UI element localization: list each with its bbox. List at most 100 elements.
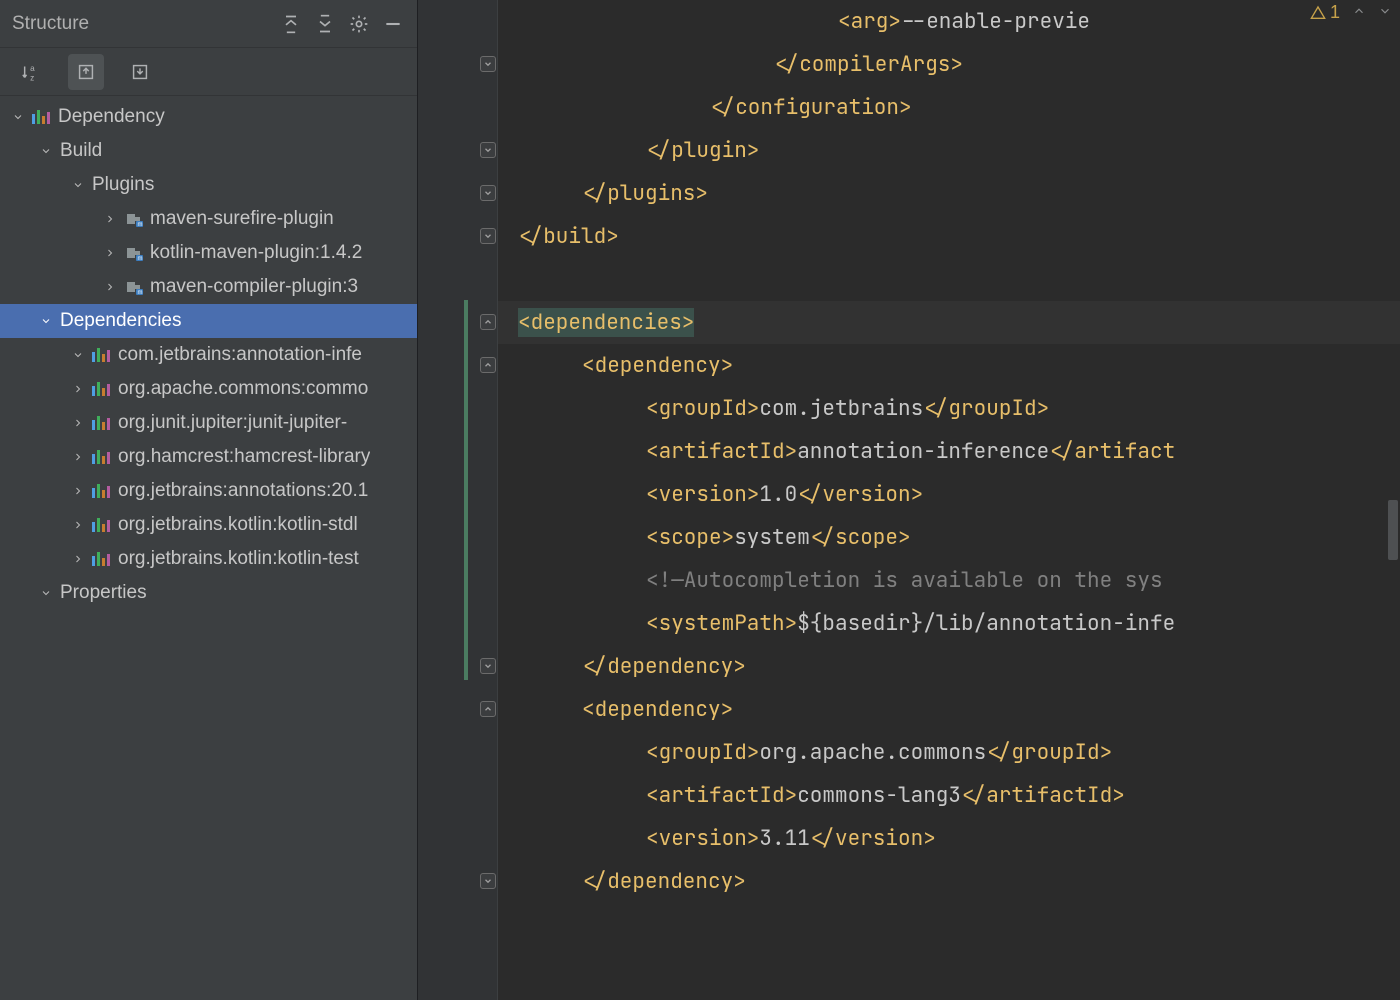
structure-title: Structure	[10, 13, 271, 35]
code-line[interactable]: <systemPath>${basedir}/lib/annotation-in…	[498, 602, 1400, 645]
chevron-right-icon[interactable]	[70, 449, 86, 465]
code-line[interactable]: </compilerArgs>	[498, 43, 1400, 86]
tree-build[interactable]: Build	[0, 134, 417, 168]
chevron-down-icon[interactable]	[38, 313, 54, 329]
node-label: org.jetbrains.kotlin:kotlin-stdl	[118, 514, 358, 536]
structure-panel: Structure az DependencyBuildPluginsmmave…	[0, 0, 418, 1000]
tree-dependency-item[interactable]: com.jetbrains:annotation-infe	[0, 338, 417, 372]
svg-text:a: a	[30, 64, 35, 73]
chevron-right-icon[interactable]	[70, 483, 86, 499]
tree-plugin-item[interactable]: m kotlin-maven-plugin:1.4.2	[0, 236, 417, 270]
fold-end-icon[interactable]	[480, 185, 496, 201]
node-label: org.jetbrains.kotlin:kotlin-test	[118, 548, 359, 570]
svg-text:m: m	[138, 256, 143, 261]
tree-dependency-item[interactable]: org.apache.commons:commo	[0, 372, 417, 406]
tree-dependency-item[interactable]: org.junit.jupiter:junit-jupiter-	[0, 406, 417, 440]
fold-start-icon[interactable]	[480, 314, 496, 330]
chevron-right-icon[interactable]	[70, 381, 86, 397]
svg-text:m: m	[138, 222, 143, 227]
code-editor[interactable]: <arg>--enable-previe</compilerArgs></con…	[498, 0, 1400, 1000]
code-line[interactable]: </plugin>	[498, 129, 1400, 172]
code-line[interactable]: </build>	[498, 215, 1400, 258]
code-line[interactable]	[498, 258, 1400, 301]
editor-scrollbar[interactable]	[1386, 40, 1400, 510]
code-line[interactable]: </plugins>	[498, 172, 1400, 215]
prev-highlight-icon[interactable]	[1352, 2, 1366, 23]
sort-alpha-icon[interactable]: az	[14, 54, 50, 90]
editor-inspection-widget[interactable]: 1	[1310, 2, 1392, 23]
tree-dependencies[interactable]: Dependencies	[0, 304, 417, 338]
chevron-right-icon[interactable]	[70, 415, 86, 431]
fold-end-icon[interactable]	[480, 873, 496, 889]
chevron-right-icon[interactable]	[102, 245, 118, 261]
chevron-down-icon[interactable]	[70, 177, 86, 193]
tree-plugin-item[interactable]: m maven-compiler-plugin:3	[0, 270, 417, 304]
autoscroll-from-source-icon[interactable]	[122, 54, 158, 90]
chevron-right-icon[interactable]	[102, 211, 118, 227]
next-highlight-icon[interactable]	[1378, 2, 1392, 23]
fold-end-icon[interactable]	[480, 56, 496, 72]
code-line[interactable]: <dependency>	[498, 688, 1400, 731]
node-label: Dependency	[58, 106, 165, 128]
settings-icon[interactable]	[345, 10, 373, 38]
tree-dependency-item[interactable]: org.jetbrains.kotlin:kotlin-stdl	[0, 508, 417, 542]
tree-plugin-item[interactable]: mmaven-surefire-plugin	[0, 202, 417, 236]
collapse-all-icon[interactable]	[311, 10, 339, 38]
svg-text:z: z	[30, 73, 34, 82]
vcs-change-marker	[464, 300, 468, 680]
dependency-icon	[92, 380, 112, 398]
tree-root-dependency[interactable]: Dependency	[0, 100, 417, 134]
chevron-down-icon[interactable]	[10, 109, 26, 125]
node-label: org.junit.jupiter:junit-jupiter-	[118, 412, 347, 434]
minimize-icon[interactable]	[379, 10, 407, 38]
node-label: maven-compiler-plugin:3	[150, 276, 358, 298]
plugin-icon: m	[124, 278, 144, 296]
code-line[interactable]: </configuration>	[498, 86, 1400, 129]
fold-end-icon[interactable]	[480, 228, 496, 244]
tree-plugins[interactable]: Plugins	[0, 168, 417, 202]
chevron-down-icon[interactable]	[70, 347, 86, 363]
code-line[interactable]: <artifactId>commons-lang3</artifactId>	[498, 774, 1400, 817]
chevron-down-icon[interactable]	[38, 585, 54, 601]
code-line[interactable]: <artifactId>annotation-inference</artifa…	[498, 430, 1400, 473]
dependency-icon	[92, 448, 112, 466]
dependency-icon	[92, 346, 112, 364]
structure-header: Structure	[0, 0, 417, 48]
tree-properties[interactable]: Properties	[0, 576, 417, 610]
warning-indicator[interactable]: 1	[1310, 2, 1340, 23]
autoscroll-to-source-icon[interactable]	[68, 54, 104, 90]
dependency-icon	[92, 550, 112, 568]
editor-gutter[interactable]	[418, 0, 498, 1000]
code-line[interactable]: </dependency>	[498, 645, 1400, 688]
chevron-down-icon[interactable]	[38, 143, 54, 159]
chevron-right-icon[interactable]	[70, 517, 86, 533]
code-line[interactable]: <dependency>	[498, 344, 1400, 387]
node-label: kotlin-maven-plugin:1.4.2	[150, 242, 362, 264]
scrollbar-thumb[interactable]	[1388, 500, 1398, 560]
tree-dependency-item[interactable]: org.jetbrains.kotlin:kotlin-test	[0, 542, 417, 576]
fold-end-icon[interactable]	[480, 142, 496, 158]
plugin-icon: m	[124, 244, 144, 262]
code-line[interactable]: <groupId>org.apache.commons</groupId>	[498, 731, 1400, 774]
code-line[interactable]: <!—Autocompletion is available on the sy…	[498, 559, 1400, 602]
code-line[interactable]: <dependencies>	[498, 301, 1400, 344]
chevron-right-icon[interactable]	[102, 279, 118, 295]
fold-start-icon[interactable]	[480, 357, 496, 373]
dependency-icon	[92, 482, 112, 500]
chevron-right-icon[interactable]	[70, 551, 86, 567]
expand-all-icon[interactable]	[277, 10, 305, 38]
code-line[interactable]: <version>3.11</version>	[498, 817, 1400, 860]
code-line[interactable]: <version>1.0</version>	[498, 473, 1400, 516]
code-line[interactable]: <groupId>com.jetbrains</groupId>	[498, 387, 1400, 430]
tree-dependency-item[interactable]: org.jetbrains:annotations:20.1	[0, 474, 417, 508]
svg-text:m: m	[138, 290, 143, 295]
tree-dependency-item[interactable]: org.hamcrest:hamcrest-library	[0, 440, 417, 474]
code-line[interactable]: </dependency>	[498, 860, 1400, 903]
structure-tree: Dependency BuildPluginsmmaven-surefire-pl…	[0, 96, 417, 1000]
fold-start-icon[interactable]	[480, 701, 496, 717]
code-line[interactable]: <scope>system</scope>	[498, 516, 1400, 559]
structure-toolbar: az	[0, 48, 417, 96]
node-label: org.jetbrains:annotations:20.1	[118, 480, 368, 502]
code-line[interactable]: <arg>--enable-previe	[498, 0, 1400, 43]
fold-end-icon[interactable]	[480, 658, 496, 674]
